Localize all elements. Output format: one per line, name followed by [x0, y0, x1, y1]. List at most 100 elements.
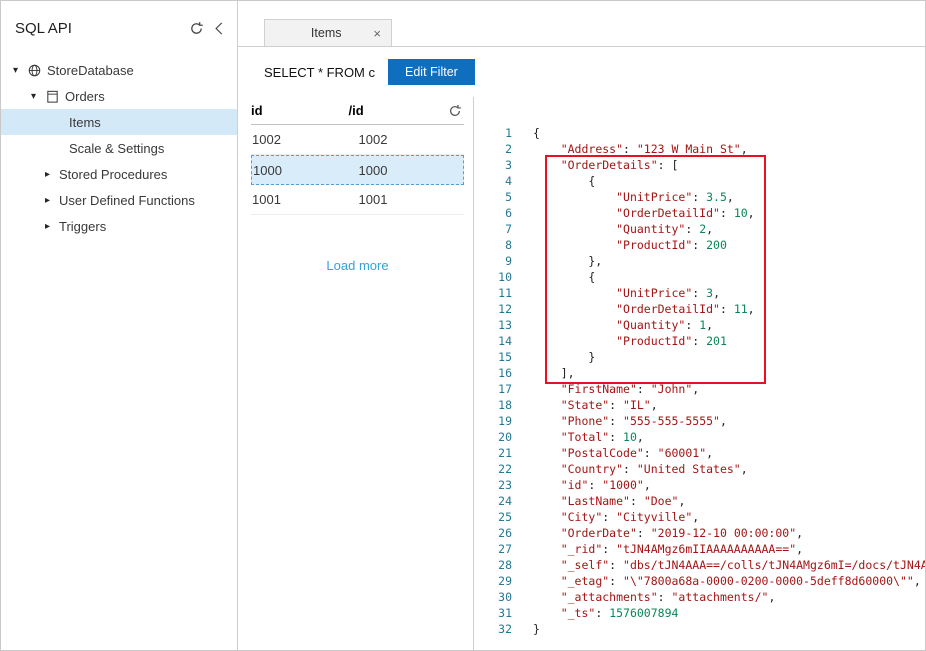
line-number: 11	[474, 285, 512, 301]
document-id: 1002	[251, 132, 358, 147]
documents-list-header: id /id	[251, 97, 464, 125]
caret-down-icon[interactable]: ▾	[31, 91, 45, 102]
caret-right-icon[interactable]: ▸	[45, 169, 59, 180]
line-number: 29	[474, 573, 512, 589]
code-line[interactable]: "UnitPrice": 3,	[533, 285, 925, 301]
caret-right-icon[interactable]: ▸	[45, 195, 59, 206]
code-line[interactable]: "LastName": "Doe",	[533, 493, 925, 509]
code-line[interactable]: "PostalCode": "60001",	[533, 445, 925, 461]
refresh-documents-icon[interactable]	[446, 102, 464, 120]
line-number: 25	[474, 509, 512, 525]
line-number: 12	[474, 301, 512, 317]
code-line[interactable]: "UnitPrice": 3.5,	[533, 189, 925, 205]
sidebar-item-label: Triggers	[59, 219, 106, 234]
code-line[interactable]: },	[533, 253, 925, 269]
sidebar-item-stored-procedures[interactable]: ▸Stored Procedures	[1, 161, 237, 187]
editor-line-number-gutter: 1234567891011121314151617181920212223242…	[474, 125, 518, 650]
code-line[interactable]: "OrderDetailId": 10,	[533, 205, 925, 221]
line-number: 16	[474, 365, 512, 381]
documents-list: 100210021000100010011001	[251, 125, 464, 215]
query-filter-bar: SELECT * FROM c Edit Filter	[238, 47, 925, 97]
document-id: 1001	[251, 192, 358, 207]
editor-code-area[interactable]: { "Address": "123 W Main St", "OrderDeta…	[518, 125, 925, 650]
code-line[interactable]: "_rid": "tJN4AMgz6mIIAAAAAAAAAA==",	[533, 541, 925, 557]
refresh-icon[interactable]	[185, 17, 207, 39]
sidebar-item-label: Scale & Settings	[69, 141, 164, 156]
code-line[interactable]: "Country": "United States",	[533, 461, 925, 477]
close-tab-icon[interactable]: ×	[371, 26, 383, 41]
line-number: 13	[474, 317, 512, 333]
code-line[interactable]: "ProductId": 201	[533, 333, 925, 349]
document-row[interactable]: 10011001	[251, 185, 464, 215]
code-line[interactable]: "OrderDetailId": 11,	[533, 301, 925, 317]
line-number: 30	[474, 589, 512, 605]
tab-items[interactable]: Items ×	[264, 19, 392, 46]
line-number: 3	[474, 157, 512, 173]
line-number: 8	[474, 237, 512, 253]
line-number: 17	[474, 381, 512, 397]
code-line[interactable]: "Total": 10,	[533, 429, 925, 445]
line-number: 18	[474, 397, 512, 413]
column-header-id: id	[251, 103, 349, 118]
code-line[interactable]: {	[533, 125, 925, 141]
query-text: SELECT * FROM c	[264, 65, 375, 80]
document-row[interactable]: 10021002	[251, 125, 464, 155]
document-row[interactable]: 10001000	[251, 155, 464, 185]
sidebar-item-label: Stored Procedures	[59, 167, 167, 182]
code-line[interactable]: "State": "IL",	[533, 397, 925, 413]
code-line[interactable]: {	[533, 173, 925, 189]
line-number: 2	[474, 141, 512, 157]
line-number: 4	[474, 173, 512, 189]
code-line[interactable]: }	[533, 349, 925, 365]
data-explorer-window: SQL API ▾StoreDatabase▾OrdersItemsScale …	[0, 0, 926, 651]
code-line[interactable]: ],	[533, 365, 925, 381]
sidebar-item-label: StoreDatabase	[47, 63, 134, 78]
line-number: 21	[474, 445, 512, 461]
collapse-sidebar-icon[interactable]	[207, 17, 229, 39]
line-number: 28	[474, 557, 512, 573]
caret-down-icon[interactable]: ▾	[13, 65, 27, 76]
code-line[interactable]: "id": "1000",	[533, 477, 925, 493]
code-line[interactable]: "Quantity": 2,	[533, 221, 925, 237]
code-line[interactable]: "FirstName": "John",	[533, 381, 925, 397]
edit-filter-button[interactable]: Edit Filter	[388, 59, 475, 85]
code-line[interactable]: "OrderDetails": [	[533, 157, 925, 173]
line-number: 31	[474, 605, 512, 621]
document-partition-id: 1002	[358, 132, 465, 147]
tab-label: Items	[281, 26, 371, 40]
line-number: 9	[474, 253, 512, 269]
code-line[interactable]: "OrderDate": "2019-12-10 00:00:00",	[533, 525, 925, 541]
sidebar-item-orders[interactable]: ▾ Orders	[1, 83, 237, 109]
line-number: 22	[474, 461, 512, 477]
document-partition-id: 1000	[358, 163, 464, 178]
content-area: id /id 100210021000100010011001 Load mor…	[238, 97, 925, 650]
sidebar-item-triggers[interactable]: ▸Triggers	[1, 213, 237, 239]
code-line[interactable]: "_etag": "\"7800a68a-0000-0200-0000-5def…	[533, 573, 925, 589]
line-number: 24	[474, 493, 512, 509]
code-line[interactable]: "Quantity": 1,	[533, 317, 925, 333]
code-line[interactable]: "Address": "123 W Main St",	[533, 141, 925, 157]
sidebar-item-label: Orders	[65, 89, 105, 104]
code-line[interactable]: "ProductId": 200	[533, 237, 925, 253]
code-line[interactable]: "_attachments": "attachments/",	[533, 589, 925, 605]
code-line[interactable]: "_self": "dbs/tJN4AAA==/colls/tJN4AMgz6m…	[533, 557, 925, 573]
code-line[interactable]: "Phone": "555-555-5555",	[533, 413, 925, 429]
caret-right-icon[interactable]: ▸	[45, 221, 59, 232]
sidebar-item-items[interactable]: Items	[1, 109, 237, 135]
sidebar-item-user-defined-functions[interactable]: ▸User Defined Functions	[1, 187, 237, 213]
code-line[interactable]: "City": "Cityville",	[533, 509, 925, 525]
code-line[interactable]: "_ts": 1576007894	[533, 605, 925, 621]
sidebar-item-scale-and-settings[interactable]: Scale & Settings	[1, 135, 237, 161]
database-icon	[27, 63, 47, 78]
line-number: 6	[474, 205, 512, 221]
column-header-partition-key: /id	[349, 103, 447, 118]
load-more-link[interactable]: Load more	[326, 258, 388, 273]
tab-bar: Items ×	[238, 1, 925, 47]
resource-tree-sidebar: SQL API ▾StoreDatabase▾OrdersItemsScale …	[1, 1, 238, 650]
line-number: 19	[474, 413, 512, 429]
json-document-editor: 1234567891011121314151617181920212223242…	[474, 97, 925, 650]
code-line[interactable]: {	[533, 269, 925, 285]
line-number: 5	[474, 189, 512, 205]
code-line[interactable]: }	[533, 621, 925, 637]
sidebar-item-storedatabase[interactable]: ▾ StoreDatabase	[1, 57, 237, 83]
